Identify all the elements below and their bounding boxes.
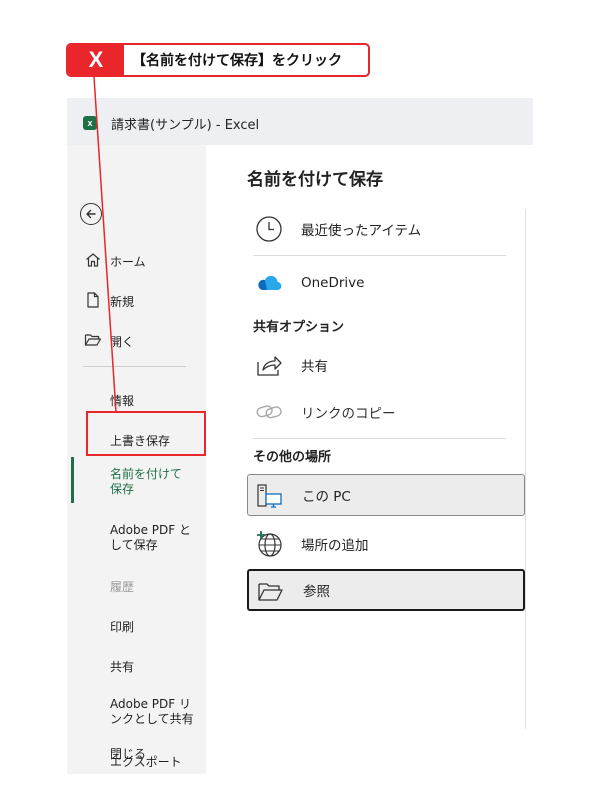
instruction-callout: X 【名前を付けて保存】をクリック (66, 43, 370, 77)
option-label: 共有 (301, 359, 328, 375)
sidebar-divider (83, 366, 186, 367)
browse-option[interactable]: 参照 (247, 569, 525, 611)
home-icon (86, 253, 100, 267)
option-label: 参照 (303, 584, 330, 600)
folder-icon (258, 583, 283, 601)
onedrive-option[interactable]: OneDrive (247, 262, 525, 304)
sidebar-item-label: 共有 (110, 660, 135, 674)
computer-icon (257, 484, 282, 508)
copy-link-option[interactable]: リンクのコピー (247, 391, 525, 433)
sidebar-item-label: 情報 (110, 394, 135, 408)
page-title: 名前を付けて保存 (247, 170, 383, 190)
callout-badge: X (68, 45, 124, 75)
sidebar-item-label: 閉じる (110, 747, 147, 761)
sidebar-item-close[interactable]: 閉じる (67, 741, 206, 763)
sidebar-item-label: 履歴 (110, 580, 135, 594)
sidebar-item-save-as[interactable]: 名前を付けて保存 (67, 465, 206, 501)
sidebar-item-open[interactable]: 開く (67, 329, 206, 351)
sidebar-item-label: 印刷 (110, 620, 135, 634)
sidebar-item-new[interactable]: 新規 (67, 289, 206, 311)
save-as-panel: 名前を付けて保存 最近使ったアイテム OneDrive 共有オプション 共有 リ… (206, 145, 533, 774)
divider (253, 255, 506, 256)
divider (253, 438, 506, 439)
sidebar-item-save-as-adobe-pdf[interactable]: Adobe PDF として保存 (67, 522, 206, 556)
backstage-sidebar: ホーム 新規 開く 情報 上書き保存 名前を付けて保存 Adobe PDF とし… (67, 145, 206, 774)
sidebar-item-label: 名前を付けて保存 (110, 467, 183, 496)
onedrive-cloud-icon (258, 275, 282, 291)
option-label: この PC (302, 489, 351, 505)
sidebar-item-label: Adobe PDF として保存 (110, 523, 191, 552)
panel-scrollbar[interactable] (525, 209, 526, 729)
this-pc-option[interactable]: この PC (247, 474, 525, 516)
option-label: リンクのコピー (301, 406, 396, 422)
sidebar-item-label: 新規 (110, 295, 135, 309)
sidebar-item-info[interactable]: 情報 (67, 388, 206, 410)
open-folder-icon (84, 334, 102, 346)
share-options-heading: 共有オプション (253, 320, 345, 335)
other-locations-heading: その他の場所 (253, 450, 332, 465)
share-arrow-icon (257, 356, 282, 376)
sidebar-item-print[interactable]: 印刷 (67, 614, 206, 636)
share-option[interactable]: 共有 (247, 344, 525, 386)
back-button[interactable] (80, 203, 102, 225)
window-title: 請求書(サンプル) - Excel (111, 118, 260, 133)
recent-items-option[interactable]: 最近使ったアイテム (247, 208, 525, 250)
sidebar-item-home[interactable]: ホーム (67, 249, 206, 271)
sidebar-item-share-adobe-pdf-link[interactable]: Adobe PDF リンクとして共有 (67, 696, 206, 730)
title-bar: x 請求書(サンプル) - Excel (67, 98, 533, 145)
sidebar-item-label: 開く (110, 335, 135, 349)
callout-text: 【名前を付けて保存】をクリック (132, 53, 342, 69)
back-arrow-icon (86, 209, 96, 219)
option-label: OneDrive (301, 275, 365, 291)
sidebar-item-history: 履歴 (67, 574, 206, 596)
option-label: 最近使ったアイテム (301, 223, 422, 239)
new-document-icon (87, 292, 99, 308)
clock-icon (256, 216, 282, 242)
sidebar-item-label: Adobe PDF リンクとして共有 (110, 697, 194, 726)
save-as-highlight-box (86, 411, 206, 456)
sidebar-item-share[interactable]: 共有 (67, 654, 206, 676)
option-label: 場所の追加 (301, 538, 369, 554)
link-icon (256, 405, 282, 419)
add-place-globe-icon (257, 531, 282, 557)
add-place-option[interactable]: 場所の追加 (247, 523, 525, 565)
sidebar-item-label: ホーム (110, 255, 146, 269)
excel-icon: x (83, 116, 102, 130)
